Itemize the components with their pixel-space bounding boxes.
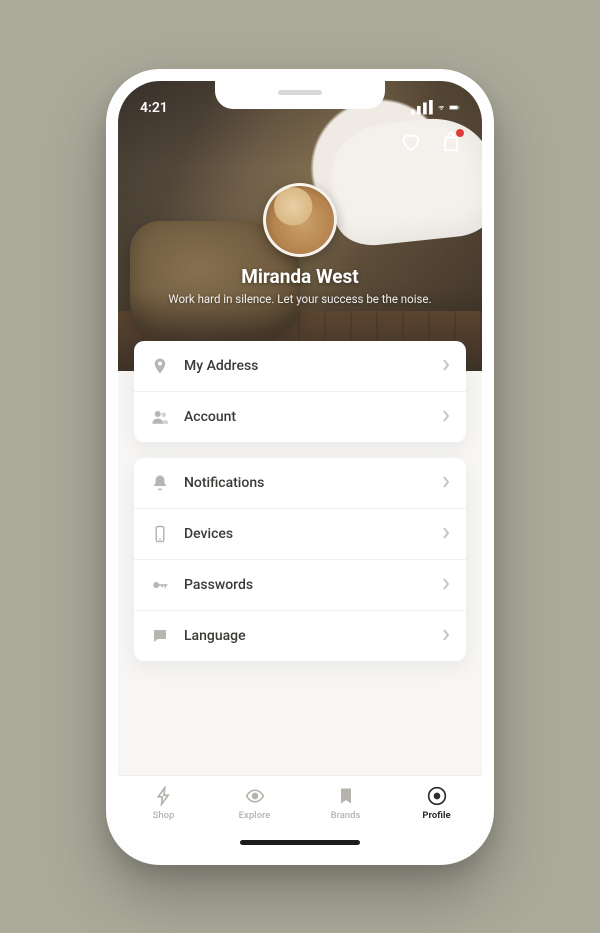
row-label: Notifications (184, 475, 428, 491)
tab-profile[interactable]: Profile (391, 786, 482, 821)
profile-icon (427, 786, 447, 806)
row-label: Passwords (184, 577, 428, 593)
row-devices[interactable]: Devices (134, 508, 466, 559)
phone-frame: 4:21 Miranda West Work hard in silence (106, 69, 494, 865)
tab-shop[interactable]: Shop (118, 786, 209, 821)
row-account[interactable]: Account (134, 391, 466, 442)
profile-bio: Work hard in silence. Let your success b… (168, 291, 432, 308)
row-label: Devices (184, 526, 428, 542)
avatar[interactable] (263, 183, 337, 257)
tab-label: Brands (331, 810, 361, 821)
settings-group-2: Notifications Devices Passwords (134, 458, 466, 661)
tab-label: Explore (239, 810, 271, 821)
cart-button[interactable] (440, 131, 462, 157)
tab-brands[interactable]: Brands (300, 786, 391, 821)
favorites-button[interactable] (400, 131, 422, 157)
battery-icon (449, 102, 460, 113)
people-icon (150, 407, 170, 427)
settings-group-1: My Address Account (134, 341, 466, 442)
chevron-right-icon (442, 473, 450, 492)
key-icon (150, 575, 170, 595)
row-notifications[interactable]: Notifications (134, 458, 466, 508)
screen: 4:21 Miranda West Work hard in silence (118, 81, 482, 853)
status-time: 4:21 (140, 100, 168, 116)
tab-label: Shop (153, 810, 175, 821)
row-passwords[interactable]: Passwords (134, 559, 466, 610)
notch (215, 81, 385, 109)
wifi-icon (438, 102, 445, 114)
profile-name: Miranda West (118, 265, 482, 288)
heart-icon (400, 131, 422, 153)
bell-icon (150, 473, 170, 493)
chevron-right-icon (442, 524, 450, 543)
tab-bar: Shop Explore Brands Profile (118, 775, 482, 853)
home-indicator[interactable] (240, 840, 360, 845)
chat-icon (150, 626, 170, 646)
row-label: Account (184, 409, 428, 425)
status-right (411, 100, 460, 114)
signal-icon (411, 100, 433, 114)
device-icon (150, 524, 170, 544)
row-my-address[interactable]: My Address (134, 341, 466, 391)
tab-label: Profile (422, 810, 450, 821)
bookmark-icon (336, 786, 356, 806)
row-language[interactable]: Language (134, 610, 466, 661)
profile-header: 4:21 Miranda West Work hard in silence (118, 81, 482, 371)
bolt-icon (154, 786, 174, 806)
tab-explore[interactable]: Explore (209, 786, 300, 821)
chevron-right-icon (442, 575, 450, 594)
chevron-right-icon (442, 626, 450, 645)
chevron-right-icon (442, 356, 450, 375)
eye-icon (245, 786, 265, 806)
cart-badge (456, 129, 464, 137)
row-label: Language (184, 628, 428, 644)
row-label: My Address (184, 358, 428, 374)
settings-list: My Address Account Notifications (118, 341, 482, 775)
location-pin-icon (150, 356, 170, 376)
chevron-right-icon (442, 407, 450, 426)
